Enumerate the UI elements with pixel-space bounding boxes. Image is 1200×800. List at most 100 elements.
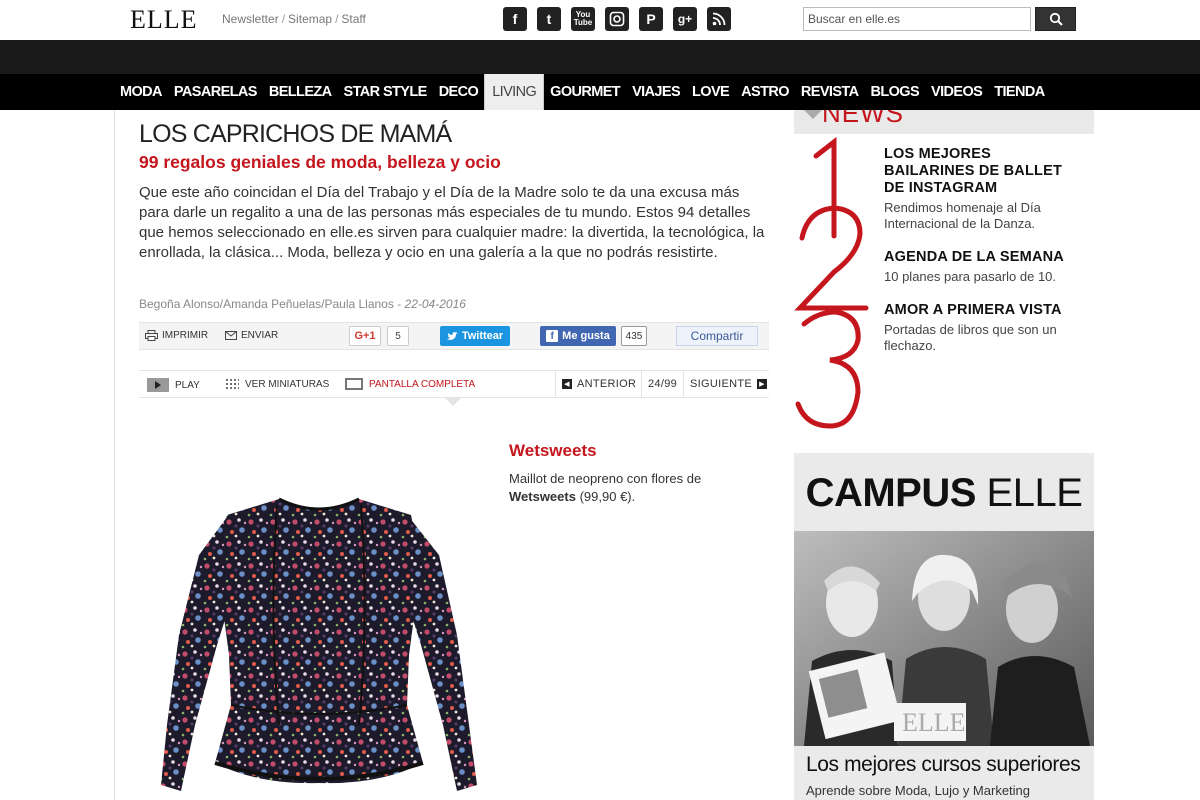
fullscreen-button[interactable]: PANTALLA COMPLETA — [345, 378, 475, 390]
article-intro: Que este año coincidan el Día del Trabaj… — [139, 184, 765, 261]
campus-elle-banner[interactable]: CAMPUS ELLE ELLE Los mejores cursos supe… — [794, 453, 1094, 800]
arrow-left-icon: ◀ — [562, 379, 572, 389]
google-plus-button[interactable]: G+1 — [349, 326, 381, 346]
description-brand: Wetsweets — [509, 489, 576, 504]
authors: Begoña Alonso/Amanda Peñuelas/Paula Llan… — [139, 297, 394, 311]
google-plus-icon[interactable]: g+ — [673, 7, 697, 31]
tweet-button[interactable]: Twittear — [440, 326, 510, 346]
news-title: NEWS — [822, 110, 904, 128]
printer-icon — [145, 330, 158, 341]
previous-label: ANTERIOR — [577, 378, 637, 390]
news-item-title[interactable]: AMOR A PRIMERA VISTA — [884, 302, 1084, 319]
instagram-icon[interactable] — [605, 7, 629, 31]
news-item-text: 10 planes para pasarlo de 10. — [884, 269, 1057, 284]
search-button[interactable] — [1035, 7, 1076, 31]
share-bar: IMPRIMIR ENVIAR G+1 5 Twittear f Me gust… — [139, 322, 769, 350]
description-text: Maillot de neopreno con flores de — [509, 471, 702, 486]
print-button[interactable]: IMPRIMIR — [145, 330, 208, 341]
nav-item-moda[interactable]: MODA — [114, 74, 168, 110]
grid-icon — [225, 378, 239, 390]
campus-subcaption: Aprende sobre Moda, Lujo y Marketing — [806, 783, 1031, 798]
byline: Begoña Alonso/Amanda Peñuelas/Paula Llan… — [139, 297, 466, 311]
article-date: 22-04-2016 — [404, 297, 466, 311]
staff-link[interactable]: Staff — [341, 12, 365, 26]
news-item[interactable]: LOS MEJORES BAILARINES DE BALLET DE INST… — [884, 146, 1084, 232]
nav-item-gourmet[interactable]: GOURMET — [544, 74, 626, 110]
share-label: Compartir — [690, 329, 744, 343]
nav-item-deco[interactable]: DECO — [433, 74, 485, 110]
gallery-pointer — [445, 398, 461, 406]
facebook-like-button[interactable]: f Me gusta — [540, 326, 616, 346]
arrow-right-icon: ▶ — [757, 379, 767, 389]
nav-item-astro[interactable]: ASTRO — [735, 74, 795, 110]
article-subtitle: 99 regalos geniales de moda, belleza y o… — [139, 152, 501, 172]
slide-counter: 24/99 — [641, 371, 683, 397]
play-button[interactable]: PLAY — [147, 378, 200, 392]
twitter-icon[interactable]: t — [537, 7, 561, 31]
campus-title-light: ELLE — [986, 471, 1083, 515]
previous-button[interactable]: ◀ ANTERIOR — [555, 371, 642, 397]
twitter-bird-icon — [446, 331, 458, 340]
main-content: LOS CAPRICHOS DE MAMÁ 99 regalos geniale… — [114, 110, 794, 800]
fullscreen-label: PANTALLA COMPLETA — [369, 378, 476, 390]
product-price: (99,90 €). — [579, 489, 636, 504]
product-brand: Wetsweets — [509, 441, 597, 460]
next-button[interactable]: SIGUIENTE ▶ — [683, 371, 773, 397]
gallery-bar: PLAY VER MINIATURAS PANTALLA COMPLETA ◀ … — [139, 370, 769, 398]
thumbnails-button[interactable]: VER MINIATURAS — [225, 378, 329, 390]
share-button[interactable]: Compartir — [676, 326, 758, 346]
rss-icon[interactable] — [707, 7, 731, 31]
pinterest-icon[interactable]: P — [639, 7, 663, 31]
send-label: ENVIAR — [241, 330, 279, 341]
news-item-text: Portadas de libros que son un flechazo. — [884, 322, 1057, 353]
news-item-title[interactable]: AGENDA DE LA SEMANA — [884, 249, 1084, 266]
nav-item-love[interactable]: LOVE — [686, 74, 735, 110]
nav-item-tienda[interactable]: TIENDA — [988, 74, 1050, 110]
envelope-icon — [225, 331, 237, 340]
ad-band — [0, 40, 1200, 74]
print-label: IMPRIMIR — [162, 330, 209, 341]
link-separator: / — [335, 12, 339, 26]
triangle-icon — [804, 110, 822, 119]
nav-item-pasarelas[interactable]: PASARELAS — [168, 74, 263, 110]
news-numbers-graphic — [794, 136, 869, 429]
campus-caption: Los mejores cursos superiores — [806, 753, 1081, 776]
main-nav: MODA PASARELAS BELLEZA STAR STYLE DECO LIVING… — [0, 74, 1200, 110]
nav-item-blogs[interactable]: BLOGS — [864, 74, 925, 110]
news-item[interactable]: AMOR A PRIMERA VISTA Portadas de libros … — [884, 302, 1084, 354]
facebook-like-count: 435 — [621, 326, 647, 346]
nav-item-belleza[interactable]: BELLEZA — [263, 74, 338, 110]
play-icon — [147, 378, 169, 392]
thumbnails-label: VER MINIATURAS — [245, 378, 330, 390]
top-bar: ELLE Newsletter / Sitemap / Staff f t You Tub… — [0, 0, 1200, 40]
link-separator: / — [281, 12, 286, 26]
next-label: SIGUIENTE — [690, 378, 752, 390]
elle-logo[interactable]: ELLE — [130, 6, 198, 34]
news-item[interactable]: AGENDA DE LA SEMANA 10 planes para pasar… — [884, 249, 1084, 285]
youtube-icon[interactable]: You Tube — [571, 7, 595, 31]
newsletter-link[interactable]: Newsletter — [222, 12, 279, 26]
news-item-title[interactable]: LOS MEJORES BAILARINES DE BALLET DE INST… — [884, 146, 1084, 197]
play-label: PLAY — [175, 379, 200, 391]
nav-item-living[interactable]: LIVING — [484, 74, 545, 110]
facebook-icon[interactable]: f — [503, 7, 527, 31]
news-item-text: Rendimos homenaje al Día Internacional d… — [884, 200, 1041, 231]
search-icon — [1049, 12, 1063, 26]
send-button[interactable]: ENVIAR — [225, 330, 278, 341]
campus-photo: ELLE — [794, 531, 1094, 746]
news-header: NEWS — [794, 110, 1094, 134]
counter-value: 24/99 — [648, 378, 678, 390]
nav-item-videos[interactable]: VIDEOS — [925, 74, 988, 110]
nav-item-revista[interactable]: REVISTA — [795, 74, 865, 110]
nav-item-star-style[interactable]: STAR STYLE — [338, 74, 433, 110]
svg-text:ELLE: ELLE — [902, 708, 966, 737]
campus-title-bold: CAMPUS — [805, 471, 977, 515]
social-icons: f t You Tube P g+ — [503, 7, 731, 31]
sitemap-link[interactable]: Sitemap — [288, 12, 332, 26]
search-input[interactable]: Buscar en elle.es — [803, 7, 1031, 31]
product-description: Maillot de neopreno con flores de Wetswe… — [509, 470, 709, 506]
nav-item-viajes[interactable]: VIAJES — [626, 74, 686, 110]
facebook-f-icon: f — [546, 330, 559, 342]
sidebar: NEWS LOS MEJORES BAILARINES DE BALLET DE… — [794, 110, 1094, 800]
product-image[interactable] — [159, 495, 479, 800]
